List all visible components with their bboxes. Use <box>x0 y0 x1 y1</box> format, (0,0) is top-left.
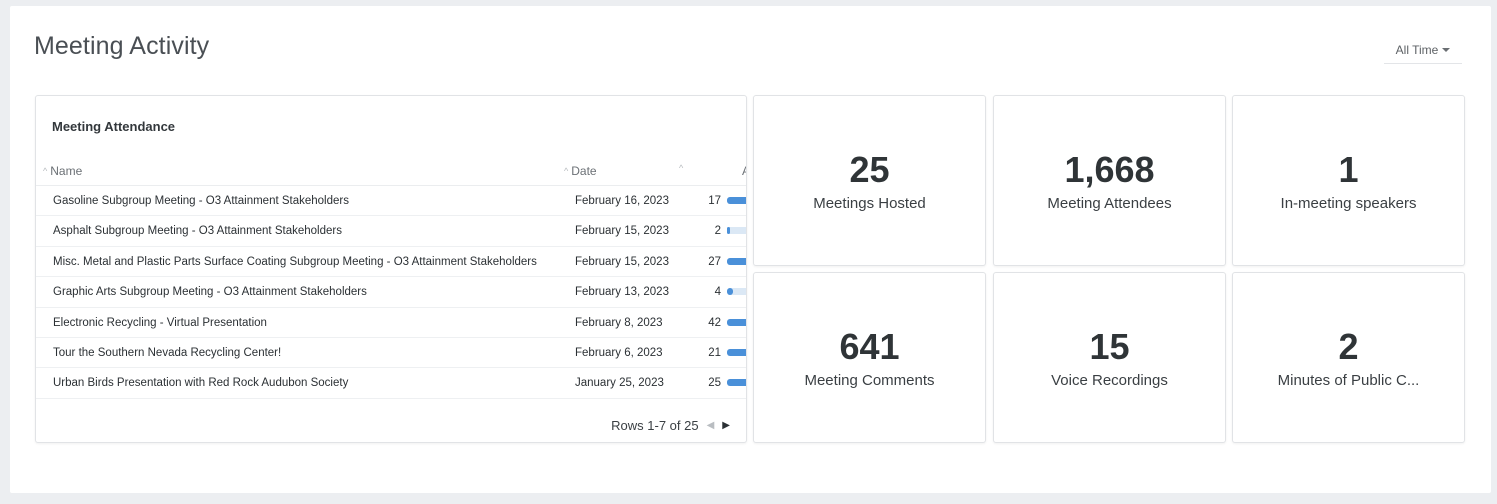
stat-label: Meeting Attendees <box>1047 195 1172 212</box>
meeting-activity-panel: Meeting Activity All Time Meeting Attend… <box>10 6 1491 493</box>
stat-value: 15 <box>1089 326 1130 367</box>
attendance-bar <box>727 318 746 326</box>
caret-down-icon <box>1442 47 1451 52</box>
stat-value: 1 <box>1338 149 1359 190</box>
table-row[interactable]: Gasoline Subgroup Meeting - O3 Attainmen… <box>36 186 746 217</box>
table-row[interactable]: Asphalt Subgroup Meeting - O3 Attainment… <box>36 216 746 247</box>
attendance-bar-track <box>727 288 746 296</box>
attendance-bar-track <box>727 318 746 326</box>
chevron-right-icon[interactable]: ▶ <box>722 420 730 431</box>
table-row[interactable]: Tour the Southern Nevada Recycling Cente… <box>36 338 746 369</box>
attendee-count: 25 <box>708 377 721 390</box>
column-header-label: Date <box>571 164 597 178</box>
attendee-count: 2 <box>714 225 721 238</box>
table-row[interactable]: Electronic Recycling - Virtual Presentat… <box>36 308 746 338</box>
attendance-bar-track <box>727 379 746 387</box>
meeting-name: Urban Birds Presentation with Red Rock A… <box>53 377 349 390</box>
column-header-extra[interactable]: A <box>742 164 746 178</box>
attendee-count: 42 <box>708 316 721 329</box>
meeting-date: February 15, 2023 <box>575 225 669 238</box>
stat-label: In-meeting speakers <box>1280 195 1417 212</box>
meeting-date: February 15, 2023 <box>575 255 669 268</box>
stat-label: Voice Recordings <box>1051 372 1168 389</box>
attendance-bar <box>727 288 733 296</box>
stat-value: 2 <box>1338 326 1359 367</box>
meeting-date: February 13, 2023 <box>575 286 669 299</box>
column-header-attendees-sort[interactable]: ^ <box>679 164 683 173</box>
stat-tile: 1,668 Meeting Attendees <box>993 95 1226 266</box>
meeting-date: January 25, 2023 <box>575 377 664 390</box>
meeting-name: Asphalt Subgroup Meeting - O3 Attainment… <box>53 225 342 238</box>
attendance-bar <box>727 227 730 235</box>
meeting-date: February 6, 2023 <box>575 346 663 359</box>
attendance-bar <box>727 348 746 356</box>
attendee-count: 17 <box>708 195 721 207</box>
attendance-bar <box>727 197 746 204</box>
page-title: Meeting Activity <box>34 32 210 60</box>
meeting-name: Electronic Recycling - Virtual Presentat… <box>53 316 267 329</box>
meeting-date: February 8, 2023 <box>575 316 663 329</box>
meeting-name: Misc. Metal and Plastic Parts Surface Co… <box>53 255 537 268</box>
attendance-bar-track <box>727 257 746 265</box>
column-header-label: Name <box>50 164 83 178</box>
pagination: Rows 1-7 of 25 ◀ ▶ <box>611 418 730 433</box>
sort-caret-icon: ^ <box>564 165 569 176</box>
column-header-label: A <box>742 164 746 178</box>
meeting-name: Tour the Southern Nevada Recycling Cente… <box>53 346 282 359</box>
stat-label: Meeting Comments <box>804 372 935 389</box>
stat-tile: 641 Meeting Comments <box>753 272 986 443</box>
stat-value: 1,668 <box>1064 149 1155 190</box>
stat-label: Minutes of Public C... <box>1277 372 1420 389</box>
attendee-count: 21 <box>708 346 721 359</box>
meeting-name: Gasoline Subgroup Meeting - O3 Attainmen… <box>53 195 349 207</box>
chevron-left-icon[interactable]: ◀ <box>707 420 715 431</box>
table-header: ^ Name ^ Date ^ A <box>36 160 746 186</box>
stat-label: Meetings Hosted <box>813 195 926 212</box>
column-header-name[interactable]: ^ Name <box>43 164 82 178</box>
attendance-bar-track <box>727 348 746 356</box>
table-body: Gasoline Subgroup Meeting - O3 Attainmen… <box>36 186 746 399</box>
attendance-bar <box>727 379 746 387</box>
stat-value: 641 <box>839 326 900 367</box>
sort-caret-icon: ^ <box>679 163 684 173</box>
meeting-attendance-card: Meeting Attendance ^ Name ^ Date ^ A Gas… <box>35 95 747 443</box>
table-row[interactable]: Graphic Arts Subgroup Meeting - O3 Attai… <box>36 277 746 308</box>
stat-value: 25 <box>849 149 890 190</box>
stat-tile: 15 Voice Recordings <box>993 272 1226 443</box>
stat-tile: 2 Minutes of Public C... <box>1232 272 1465 443</box>
meeting-date: February 16, 2023 <box>575 195 669 207</box>
table-row[interactable]: Misc. Metal and Plastic Parts Surface Co… <box>36 247 746 278</box>
stat-tile: 25 Meetings Hosted <box>753 95 986 266</box>
attendance-bar-track <box>727 197 746 204</box>
time-range-label: All Time <box>1395 42 1439 57</box>
column-header-date[interactable]: ^ Date <box>564 164 597 178</box>
pagination-status: Rows 1-7 of 25 <box>611 418 699 433</box>
attendee-count: 27 <box>708 255 721 268</box>
stat-tile: 1 In-meeting speakers <box>1232 95 1465 266</box>
table-row[interactable]: Urban Birds Presentation with Red Rock A… <box>36 368 746 399</box>
sort-caret-icon: ^ <box>43 165 48 176</box>
attendance-bar <box>727 257 746 265</box>
attendance-bar-track <box>727 227 746 235</box>
time-range-dropdown[interactable]: All Time <box>1384 36 1462 64</box>
attendee-count: 4 <box>714 286 721 299</box>
card-title: Meeting Attendance <box>52 119 176 134</box>
meeting-name: Graphic Arts Subgroup Meeting - O3 Attai… <box>53 286 367 299</box>
